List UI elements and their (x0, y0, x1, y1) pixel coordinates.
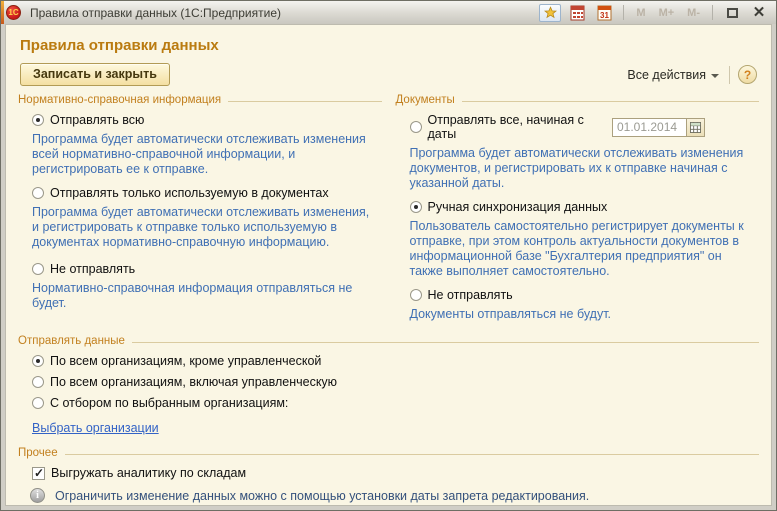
chevron-down-icon (711, 74, 719, 78)
checkbox-export-warehouse-analytics[interactable]: Выгружать аналитику по складам (32, 466, 759, 480)
radio-label: По всем организациям, кроме управленческ… (50, 354, 321, 368)
titlebar: 1С Правила отправки данных (1С:Предприят… (1, 1, 776, 24)
radio-filter-selected-orgs[interactable]: С отбором по выбранным организациям: (32, 396, 759, 410)
app-logo-icon[interactable]: 1С (6, 5, 21, 20)
group-nsi-header: Нормативно-справочная информация (18, 94, 382, 106)
close-window-button[interactable]: ✕ (748, 4, 770, 22)
group-other-header: Прочее (18, 447, 759, 459)
group-other-title: Прочее (18, 447, 58, 459)
group-nsi-title: Нормативно-справочная информация (18, 94, 221, 106)
checkbox-label: Выгружать аналитику по складам (51, 466, 246, 480)
all-actions-button[interactable]: Все действия (625, 66, 721, 84)
group-line (462, 101, 759, 102)
close-icon: ✕ (753, 8, 766, 18)
top-groups: Нормативно-справочная информация Отправл… (18, 90, 759, 331)
app-window: 1С Правила отправки данных (1С:Предприят… (0, 0, 777, 511)
start-date-input[interactable] (612, 118, 686, 137)
group-nsi: Нормативно-справочная информация Отправл… (18, 90, 382, 331)
all-actions-label: Все действия (627, 68, 706, 82)
radio-send-used-nsi[interactable]: Отправлять только используемую в докумен… (32, 186, 382, 200)
restore-icon (727, 8, 738, 18)
command-bar-right: Все действия ? (625, 65, 757, 84)
info-row: i Ограничить изменение данных можно с по… (30, 488, 759, 504)
radio-label: С отбором по выбранным организациям: (50, 396, 288, 410)
titlebar-separator (712, 5, 713, 20)
form-body: Правила отправки данных Записать и закры… (5, 24, 772, 506)
command-bar: Записать и закрыть Все действия ? (20, 63, 757, 86)
radio-icon (32, 376, 44, 388)
radio-icon (32, 263, 44, 275)
radio-label: Отправлять всю (50, 113, 144, 127)
radio-label: Отправлять только используемую в докумен… (50, 186, 329, 200)
radio-icon (410, 201, 422, 213)
favorites-star-icon[interactable] (539, 4, 561, 22)
memory-m-button[interactable]: M (632, 7, 649, 19)
description-text: Пользователь самостоятельно регистрирует… (410, 219, 754, 279)
date-field-group (612, 118, 705, 137)
memory-m-plus-button[interactable]: M+ (655, 7, 679, 19)
radio-label: По всем организациям, включая управленче… (50, 375, 337, 389)
radio-icon (410, 121, 422, 133)
window-title: Правила отправки данных (1С:Предприятие) (30, 6, 539, 20)
description-text: Программа будет автоматически отслеживат… (410, 146, 754, 191)
radio-dont-send-docs[interactable]: Не отправлять (410, 288, 760, 302)
group-documents-title: Документы (396, 94, 455, 106)
titlebar-icons: 31 M M+ M- ✕ (539, 4, 770, 22)
radio-send-all-nsi[interactable]: Отправлять всю (32, 113, 382, 127)
radio-all-orgs-except-managerial[interactable]: По всем организациям, кроме управленческ… (32, 354, 759, 368)
checkbox-icon (32, 467, 45, 480)
page-title: Правила отправки данных (20, 37, 759, 54)
info-text: Ограничить изменение данных можно с помо… (55, 488, 589, 504)
svg-text:31: 31 (600, 11, 609, 20)
titlebar-separator (623, 5, 624, 20)
radio-label: Не отправлять (428, 288, 513, 302)
group-send-data: Отправлять данные По всем организациям, … (18, 335, 759, 439)
group-send-data-header: Отправлять данные (18, 335, 759, 347)
date-picker-button[interactable] (686, 118, 705, 137)
description-text: Программа будет автоматически отслеживат… (32, 132, 376, 177)
description-text: Нормативно-справочная информация отправл… (32, 281, 376, 311)
radio-label: Ручная синхронизация данных (428, 200, 608, 214)
group-documents-header: Документы (396, 94, 760, 106)
group-line (132, 342, 759, 343)
group-documents: Документы Отправлять все, начиная с даты (396, 90, 760, 331)
radio-icon (32, 397, 44, 409)
group-other: Прочее Выгружать аналитику по складам i … (18, 447, 759, 506)
calculator-icon[interactable] (566, 4, 588, 22)
calendar-icon[interactable]: 31 (593, 4, 615, 22)
radio-all-orgs-including-managerial[interactable]: По всем организациям, включая управленче… (32, 375, 759, 389)
radio-label: Не отправлять (50, 262, 135, 276)
command-bar-separator (729, 66, 730, 84)
radio-icon (32, 187, 44, 199)
select-organizations-link[interactable]: Выбрать организации (32, 421, 159, 435)
group-line (228, 101, 381, 102)
radio-icon (410, 289, 422, 301)
restore-window-button[interactable] (721, 4, 743, 22)
group-line (65, 454, 759, 455)
description-text: Документы отправляться не будут. (410, 307, 754, 322)
radio-icon (32, 355, 44, 367)
memory-m-minus-button[interactable]: M- (683, 7, 704, 19)
radio-manual-sync[interactable]: Ручная синхронизация данных (410, 200, 760, 214)
radio-send-docs-from-date[interactable]: Отправлять все, начиная с даты (410, 113, 760, 141)
description-text: Программа будет автоматически отслеживат… (32, 205, 376, 250)
save-and-close-button[interactable]: Записать и закрыть (20, 63, 170, 86)
radio-label: Отправлять все, начиная с даты (428, 113, 613, 141)
info-icon: i (30, 488, 45, 503)
radio-icon (32, 114, 44, 126)
help-button[interactable]: ? (738, 65, 757, 84)
group-send-data-title: Отправлять данные (18, 335, 125, 347)
radio-dont-send-nsi[interactable]: Не отправлять (32, 262, 382, 276)
